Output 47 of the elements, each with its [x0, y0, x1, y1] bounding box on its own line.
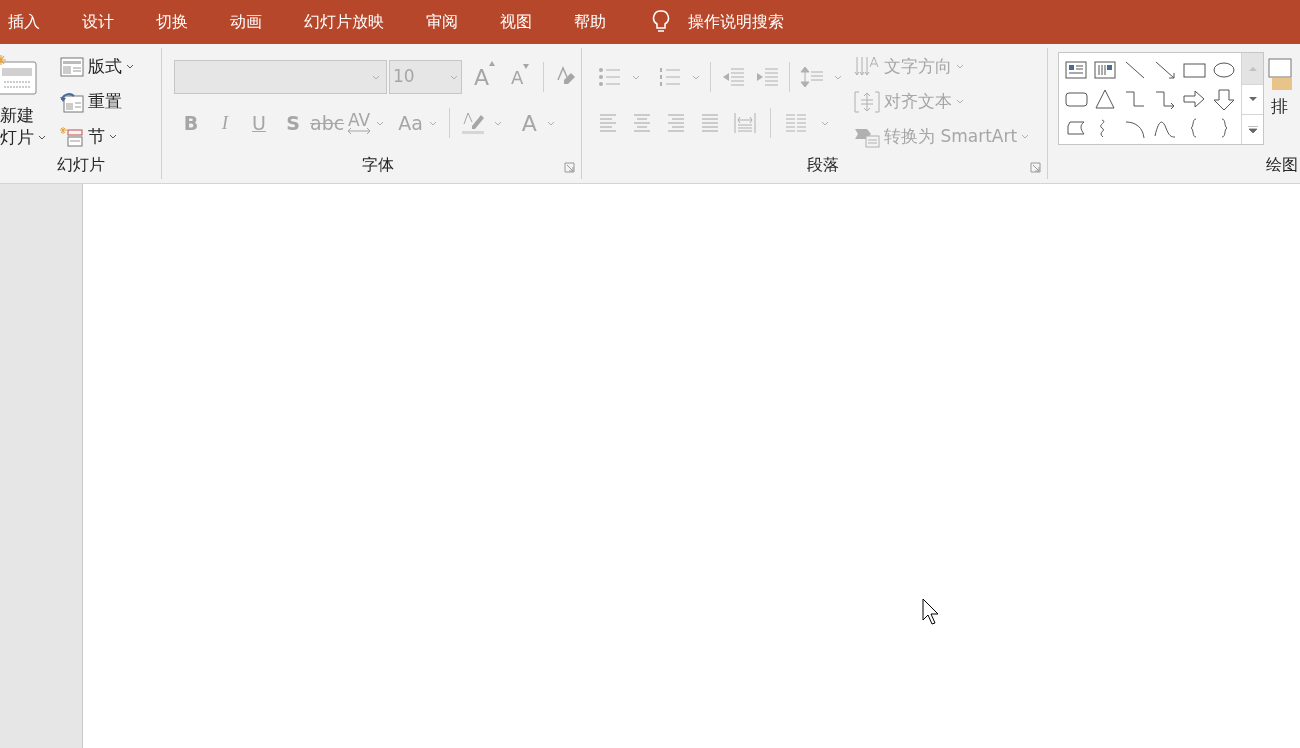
ribbon-tab[interactable]: 切换	[156, 10, 188, 34]
up-triangle-icon	[1248, 66, 1257, 71]
group-label: 字体	[361, 154, 394, 176]
caret-icon	[450, 74, 458, 80]
expand-icon	[1247, 125, 1258, 134]
caret-icon	[546, 120, 555, 126]
caret-icon	[126, 64, 134, 69]
caret-icon	[632, 74, 640, 80]
caret-icon	[692, 74, 700, 80]
command-label[interactable]: 节	[88, 123, 105, 150]
tell-me-field[interactable]: 操作说明搜索	[688, 10, 784, 34]
ribbon-tab[interactable]: 审阅	[426, 10, 458, 34]
down-triangle-icon	[523, 63, 530, 69]
ribbon-tab[interactable]: 插入	[8, 10, 40, 34]
lightbulb-icon[interactable]	[652, 10, 670, 34]
caret-icon	[493, 120, 502, 126]
arrange-label[interactable]: 排	[1271, 94, 1292, 120]
caret-icon	[956, 64, 964, 69]
ribbon-tab[interactable]: 设计	[82, 10, 114, 34]
section-icon[interactable]	[60, 125, 84, 148]
group-label: 幻灯片	[56, 154, 105, 176]
layout-icon[interactable]	[60, 55, 84, 78]
new-slide-label[interactable]: 灯片	[0, 126, 34, 148]
ribbon-tab[interactable]: 帮助	[574, 10, 606, 34]
arrange-icon[interactable]	[1268, 58, 1292, 90]
double-arrow-icon	[348, 128, 371, 134]
new-slide-label[interactable]: 新建	[0, 104, 34, 126]
new-slide-icon[interactable]	[0, 54, 38, 98]
reset-icon[interactable]	[60, 90, 84, 113]
caret-icon	[956, 99, 964, 104]
command-label[interactable]: 重置	[88, 88, 122, 115]
ribbon-tab[interactable]: 幻灯片放映	[304, 10, 384, 34]
command-label[interactable]: 版式	[88, 53, 122, 80]
caret-icon	[428, 120, 437, 126]
caret-icon	[109, 134, 117, 139]
caret-icon	[821, 120, 829, 126]
ribbon-tab[interactable]: 视图	[500, 10, 532, 34]
group-label: 绘图	[1266, 154, 1298, 176]
group-label: 段落	[806, 154, 839, 176]
caret-icon	[834, 74, 842, 80]
ribbon-tab[interactable]: 动画	[230, 10, 262, 34]
up-triangle-icon	[489, 60, 496, 66]
caret-icon	[372, 74, 380, 80]
caret-icon	[1021, 134, 1030, 139]
caret-icon	[38, 134, 46, 140]
down-triangle-icon	[1248, 97, 1257, 102]
caret-icon	[376, 120, 385, 126]
